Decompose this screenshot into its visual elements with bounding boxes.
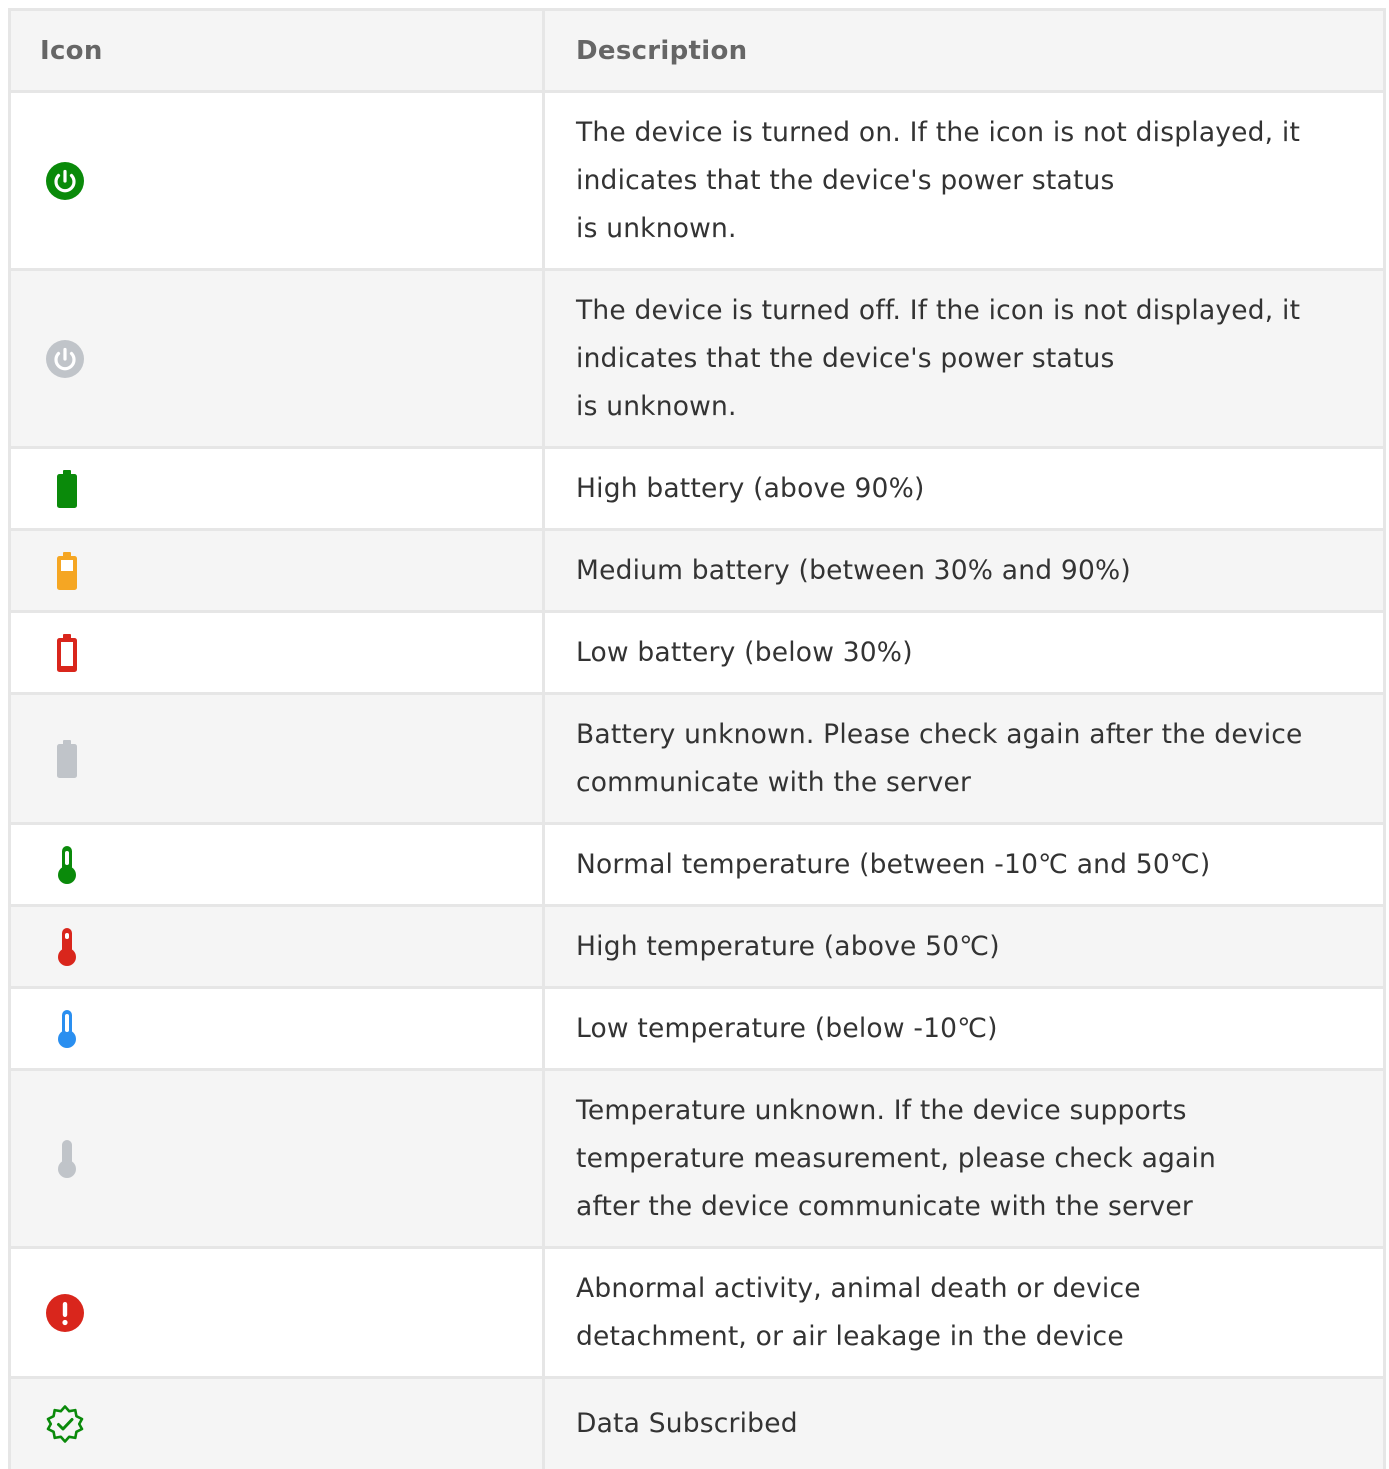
icon-cell bbox=[11, 1379, 545, 1469]
battery-high-icon bbox=[57, 469, 77, 508]
header-cell-description: Description bbox=[545, 11, 1386, 90]
description-cell: Abnormal activity, animal death or devic… bbox=[545, 1249, 1386, 1376]
description-cell: Data Subscribed bbox=[545, 1379, 1386, 1469]
description-cell: The device is turned off. If the icon is… bbox=[545, 271, 1386, 446]
description-cell: Normal temperature (between -10℃ and 50℃… bbox=[545, 825, 1386, 904]
icon-cell bbox=[11, 93, 545, 268]
description-cell: High battery (above 90%) bbox=[545, 449, 1386, 528]
description-text: Normal temperature (between -10℃ and 50℃… bbox=[576, 848, 1211, 880]
table-row: Battery unknown. Please check again afte… bbox=[11, 695, 1386, 825]
table-row: The device is turned off. If the icon is… bbox=[11, 271, 1386, 449]
table-row: Low temperature (below -10℃) bbox=[11, 989, 1386, 1071]
description-cell: Battery unknown. Please check again afte… bbox=[545, 695, 1386, 822]
description-text: Temperature unknown. If the device suppo… bbox=[576, 1094, 1217, 1222]
table-row: Normal temperature (between -10℃ and 50℃… bbox=[11, 825, 1386, 907]
icon-cell bbox=[11, 825, 545, 904]
power-on-icon bbox=[46, 161, 84, 200]
thermometer-high-icon bbox=[58, 927, 76, 966]
table-row: Low battery (below 30%) bbox=[11, 613, 1386, 695]
description-text: Low temperature (below -10℃) bbox=[576, 1012, 998, 1044]
icon-cell bbox=[11, 695, 545, 822]
battery-medium-icon bbox=[57, 551, 77, 590]
description-text: High temperature (above 50℃) bbox=[576, 930, 1000, 962]
table-row: Data Subscribed bbox=[11, 1379, 1386, 1469]
icon-cell bbox=[11, 271, 545, 446]
header-icon-label: Icon bbox=[40, 35, 103, 66]
description-cell: Medium battery (between 30% and 90%) bbox=[545, 531, 1386, 610]
icon-cell bbox=[11, 449, 545, 528]
header-cell-icon: Icon bbox=[11, 11, 545, 90]
table-header-row: Icon Description bbox=[11, 11, 1386, 93]
battery-low-icon bbox=[57, 633, 77, 672]
table-row: Temperature unknown. If the device suppo… bbox=[11, 1071, 1386, 1249]
legend-table: Icon Description The device is turned on… bbox=[8, 8, 1386, 1469]
power-off-icon bbox=[46, 339, 84, 378]
description-cell: The device is turned on. If the icon is … bbox=[545, 93, 1386, 268]
description-text: Data Subscribed bbox=[576, 1408, 798, 1439]
description-text: Medium battery (between 30% and 90%) bbox=[576, 554, 1131, 586]
description-text: High battery (above 90%) bbox=[576, 472, 925, 504]
table-row: Medium battery (between 30% and 90%) bbox=[11, 531, 1386, 613]
description-cell: High temperature (above 50℃) bbox=[545, 907, 1386, 986]
thermometer-normal-icon bbox=[58, 845, 76, 884]
icon-cell bbox=[11, 531, 545, 610]
data-subscribed-icon bbox=[46, 1405, 84, 1443]
icon-cell bbox=[11, 907, 545, 986]
alert-icon bbox=[46, 1293, 84, 1332]
description-text: Abnormal activity, animal death or devic… bbox=[576, 1272, 1141, 1352]
description-cell: Low temperature (below -10℃) bbox=[545, 989, 1386, 1068]
icon-cell bbox=[11, 613, 545, 692]
table-row: High battery (above 90%) bbox=[11, 449, 1386, 531]
icon-cell bbox=[11, 1249, 545, 1376]
header-description-label: Description bbox=[576, 35, 748, 66]
description-text: The device is turned off. If the icon is… bbox=[576, 294, 1301, 422]
battery-unknown-icon bbox=[57, 739, 77, 778]
table-row: The device is turned on. If the icon is … bbox=[11, 93, 1386, 271]
thermometer-low-icon bbox=[58, 1009, 76, 1048]
icon-cell bbox=[11, 989, 545, 1068]
description-cell: Temperature unknown. If the device suppo… bbox=[545, 1071, 1386, 1246]
table-row: High temperature (above 50℃) bbox=[11, 907, 1386, 989]
table-row: Abnormal activity, animal death or devic… bbox=[11, 1249, 1386, 1379]
description-text: Low battery (below 30%) bbox=[576, 636, 913, 668]
icon-cell bbox=[11, 1071, 545, 1246]
description-text: Battery unknown. Please check again afte… bbox=[576, 718, 1303, 798]
description-text: The device is turned on. If the icon is … bbox=[576, 116, 1301, 244]
description-cell: Low battery (below 30%) bbox=[545, 613, 1386, 692]
thermometer-unknown-icon bbox=[58, 1139, 76, 1178]
